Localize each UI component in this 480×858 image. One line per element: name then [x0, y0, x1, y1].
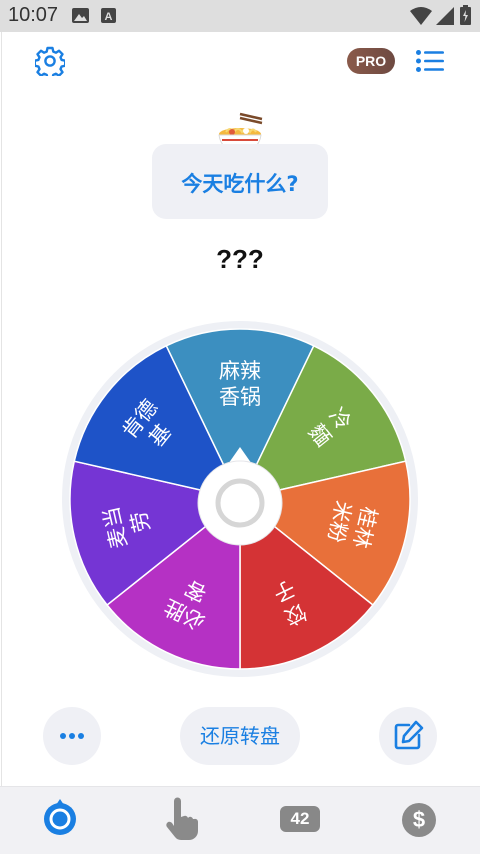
- hand-tap-icon: [166, 797, 199, 840]
- more-options-button[interactable]: [43, 707, 101, 765]
- edit-button[interactable]: [379, 707, 437, 765]
- nav-count-tab[interactable]: 42: [260, 787, 340, 854]
- edit-icon: [394, 720, 424, 750]
- nav-tap-tab[interactable]: [140, 787, 220, 854]
- dollar-coin-icon: $: [402, 803, 436, 837]
- more-dots-icon: [60, 733, 84, 739]
- reset-wheel-button[interactable]: 还原转盘: [180, 707, 300, 765]
- count-badge: 42: [280, 806, 320, 832]
- nav-coin-tab[interactable]: $: [380, 787, 460, 854]
- wheel-tab-icon: [44, 799, 76, 835]
- nav-wheel-tab[interactable]: [20, 787, 100, 854]
- bottom-nav: 42 $: [0, 786, 480, 854]
